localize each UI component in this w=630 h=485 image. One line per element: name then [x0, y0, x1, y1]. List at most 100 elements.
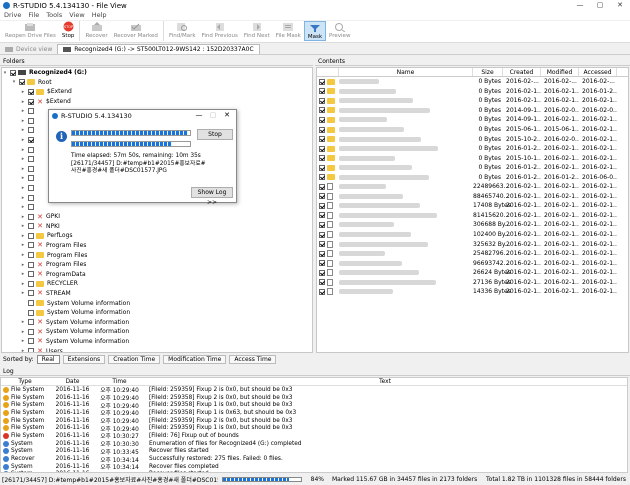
dialog-close-button[interactable]: ✕ [220, 111, 234, 119]
row-checkbox[interactable] [319, 174, 325, 181]
tree-item[interactable]: ▸ ✕ Program Files [2, 260, 312, 270]
tree-checkbox[interactable] [28, 184, 34, 191]
file-mask-button[interactable]: File Mask [273, 21, 304, 39]
row-checkbox[interactable] [319, 260, 325, 267]
expand-icon[interactable]: ▸ [20, 175, 26, 181]
expand-icon[interactable]: ▸ [20, 137, 26, 143]
log-row[interactable]: File System 2016-11-16 오후 10:29:40 [FileId:… [1, 417, 627, 425]
log-row[interactable]: Recover 2016-11-16 오후 10:34:14 Successfully… [1, 455, 627, 464]
content-row[interactable]: 0 Bytes 2016-02-... 2016-02-... 2016-02-... [317, 77, 628, 87]
tree-checkbox[interactable] [28, 127, 34, 134]
tree-item[interactable]: ▸ ✕ System Volume information [2, 327, 312, 337]
preview-button[interactable]: Preview [326, 21, 353, 39]
content-row[interactable]: 0 Bytes 2016-02-1... 2016-02-1... 2016-01-2… [317, 87, 628, 97]
tree-checkbox[interactable] [28, 252, 34, 259]
log-row[interactable]: File System 2016-11-16 오후 10:30:27 [FileId:… [1, 432, 627, 440]
tree-item[interactable]: ▸ [2, 202, 312, 212]
tree-checkbox[interactable] [28, 319, 34, 326]
expand-icon[interactable]: ▸ [20, 185, 26, 191]
row-checkbox[interactable] [319, 250, 325, 257]
content-row[interactable]: 22489663... 2016-02-1... 2016-02-1... 2016-… [317, 182, 628, 192]
expand-icon[interactable]: ▸ [20, 195, 26, 201]
expand-icon[interactable]: ▸ [20, 262, 26, 268]
tree-checkbox[interactable] [28, 223, 34, 230]
expand-icon[interactable]: ▸ [20, 204, 26, 210]
expand-icon[interactable]: ▸ [20, 118, 26, 124]
content-row[interactable]: 17408 Bytes 2016-02-1... 2016-02-1... 2016-… [317, 201, 628, 211]
menu-file[interactable]: File [28, 11, 39, 20]
row-checkbox[interactable] [319, 155, 325, 162]
tree-item[interactable]: ▸ ✕ STREAM [2, 289, 312, 299]
contents-list[interactable]: Name Size Created Modified Accessed 0 By… [316, 67, 629, 353]
column-accessed[interactable]: Accessed [579, 68, 617, 76]
tree-item[interactable]: ▸ ✕ Program Files [2, 241, 312, 251]
content-row[interactable]: 0 Bytes 2016-02-1... 2016-02-1... 2016-02-1… [317, 96, 628, 106]
row-checkbox[interactable] [319, 88, 325, 95]
tree-checkbox[interactable] [28, 280, 34, 287]
tree-checkbox[interactable] [28, 88, 34, 95]
content-row[interactable]: 88465740... 2016-02-1... 2016-02-1... 2016-… [317, 192, 628, 202]
expand-icon[interactable]: ▸ [20, 147, 26, 153]
expand-icon[interactable]: ▸ [20, 127, 26, 133]
expand-icon[interactable]: ▸ [20, 348, 26, 352]
column-created[interactable]: Created [503, 68, 541, 76]
minimize-button[interactable]: — [570, 0, 590, 11]
row-checkbox[interactable] [319, 279, 325, 286]
tree-checkbox[interactable] [28, 98, 34, 105]
row-checkbox[interactable] [319, 269, 325, 276]
tree-checkbox[interactable] [28, 165, 34, 172]
row-checkbox[interactable] [319, 164, 325, 171]
content-row[interactable]: 0 Bytes 2016-01-2... 2016-02-1... 2016-02-1… [317, 144, 628, 154]
log-col-date[interactable]: Date [49, 379, 96, 385]
column-modified[interactable]: Modified [541, 68, 579, 76]
content-row[interactable]: 26624 Bytes 2016-02-1... 2016-02-1... 2016-… [317, 268, 628, 278]
dialog-maximize-button[interactable]: ▢ [206, 111, 220, 119]
tree-item[interactable]: ▸ PerfLogs [2, 231, 312, 241]
tree-checkbox[interactable] [28, 232, 34, 239]
tree-item[interactable]: ▸ ✕ $Extend [2, 97, 312, 107]
content-row[interactable]: 0 Bytes 2016-01-2... 2016-01-2... 2016-06-0… [317, 172, 628, 182]
sort-modification-time-button[interactable]: Modification Time [163, 354, 227, 364]
expand-icon[interactable]: ▸ [20, 242, 26, 248]
row-checkbox[interactable] [319, 231, 325, 238]
tree-item[interactable]: ▸ ✕ System Volume information [2, 317, 312, 327]
expand-icon[interactable]: ▸ [20, 290, 26, 296]
tree-checkbox[interactable] [28, 271, 34, 278]
expand-icon[interactable]: ▸ [20, 89, 26, 95]
column-size[interactable]: Size [473, 68, 503, 76]
expand-icon[interactable]: ▸ [20, 338, 26, 344]
expand-icon[interactable]: ▸ [20, 99, 26, 105]
expand-icon[interactable]: ▸ [20, 329, 26, 335]
find-mark-button[interactable]: Find/Mark [166, 21, 199, 39]
log-col-text[interactable]: Text [143, 379, 627, 385]
tree-checkbox[interactable] [10, 69, 16, 76]
content-row[interactable]: 96693742... 2016-02-1... 2016-02-1... 2016-… [317, 258, 628, 268]
log-row[interactable]: System 2016-11-16 오후 10:33:45 Recover files… [1, 448, 627, 456]
recover-button[interactable]: Recover [82, 21, 110, 39]
log-row[interactable]: System 2016-11-16 오후 10:34:14 Recover files… [1, 463, 627, 471]
content-row[interactable]: 14336 Bytes 2016-02-1... 2016-02-1... 2016-… [317, 287, 628, 297]
sort-access-time-button[interactable]: Access Time [229, 354, 277, 364]
expand-icon[interactable]: ▸ [20, 223, 26, 229]
tree-item[interactable]: ▾ Root [2, 78, 312, 88]
row-checkbox[interactable] [319, 78, 325, 85]
sort-extensions-button[interactable]: Extensions [62, 354, 106, 364]
tree-item[interactable]: ▸ ✕ GPKI [2, 212, 312, 222]
row-checkbox[interactable] [319, 136, 325, 143]
row-checkbox[interactable] [319, 193, 325, 200]
stop-button[interactable]: STOP Stop [59, 21, 78, 39]
row-checkbox[interactable] [319, 183, 325, 190]
log-row[interactable]: File System 2016-11-16 오후 10:29:40 [FileId:… [1, 386, 627, 394]
tree-checkbox[interactable] [28, 175, 34, 182]
expand-icon[interactable]: ▸ [20, 271, 26, 277]
tree-checkbox[interactable] [28, 290, 34, 297]
row-checkbox[interactable] [319, 126, 325, 133]
find-next-button[interactable]: Find Next [241, 21, 273, 39]
tab-recognized-drive[interactable]: Recognized4 (G:) -> ST500LT012-9WS142 : … [57, 44, 260, 54]
tree-checkbox[interactable] [28, 204, 34, 211]
tree-item[interactable]: ▸ ✕ NPKI [2, 222, 312, 232]
row-checkbox[interactable] [319, 145, 325, 152]
log-row[interactable]: System 2016-11-16 오후 10:30:30 Enumeration o… [1, 440, 627, 448]
log-col-time[interactable]: Time [96, 379, 143, 385]
content-row[interactable]: 0 Bytes 2015-06-1... 2015-06-1... 2016-02-1… [317, 125, 628, 135]
